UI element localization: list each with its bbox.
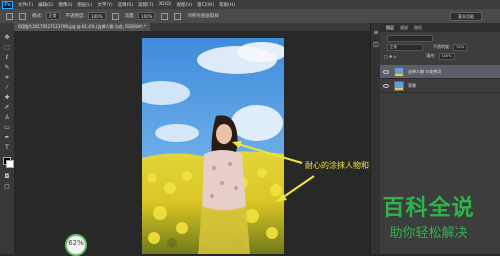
tab-layers[interactable]: 图层 bbox=[386, 25, 394, 31]
watermark: 百科全说 助你轻松解决 bbox=[366, 190, 491, 246]
annotation-text: 耐心的涂抹人物和花 bbox=[305, 161, 377, 170]
blend-mode-select[interactable]: 正常 bbox=[387, 43, 423, 51]
tab-channels[interactable]: 通道 bbox=[400, 25, 408, 31]
layer-row-copy[interactable]: 去掉人物 与花拷贝 bbox=[380, 65, 500, 79]
history-panel-icon[interactable]: ≡ bbox=[372, 29, 380, 37]
arrow-to-flowers bbox=[281, 175, 315, 199]
layer-thumbnail bbox=[394, 80, 404, 91]
properties-panel-icon[interactable]: ◫ bbox=[372, 41, 380, 49]
panel-tabs: 图层 通道 路径 bbox=[380, 23, 500, 32]
layer-opacity-label: 不透明度: bbox=[433, 44, 451, 49]
layer-opacity-field[interactable]: 52% bbox=[453, 43, 468, 51]
tab-paths[interactable]: 路径 bbox=[414, 25, 422, 31]
watermark-title: 百科全说 bbox=[382, 196, 475, 221]
layer-filter-row bbox=[384, 34, 433, 42]
fill-label: 填充: bbox=[426, 53, 436, 58]
arrow-head-person bbox=[232, 141, 242, 148]
layer-name[interactable]: 背景 bbox=[408, 83, 416, 89]
lock-icons[interactable]: ▢ ✥ ⌂ bbox=[384, 54, 396, 59]
visibility-eye-icon[interactable] bbox=[383, 83, 389, 88]
layer-row-background[interactable]: 背景 bbox=[380, 79, 500, 93]
blend-opacity-row: 正常 不透明度: 52% bbox=[384, 43, 468, 51]
fill-field[interactable]: 100% bbox=[438, 52, 455, 60]
lock-fill-row: ▢ ✥ ⌂ 填充: 100% bbox=[384, 52, 455, 60]
arrow-to-person bbox=[237, 143, 303, 164]
layer-name[interactable]: 去掉人物 与花拷贝 bbox=[408, 69, 441, 75]
zoom-badge[interactable]: 62% bbox=[65, 234, 87, 256]
visibility-eye-icon[interactable] bbox=[383, 69, 389, 74]
layer-thumbnail bbox=[394, 66, 404, 77]
watermark-subtitle: 助你轻松解决 bbox=[389, 226, 468, 241]
layer-filter-select[interactable] bbox=[387, 34, 433, 42]
